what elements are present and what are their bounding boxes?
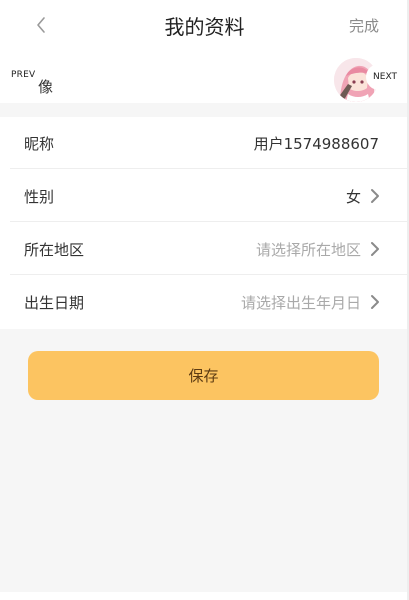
chevron-right-icon bbox=[371, 242, 379, 256]
chevron-right-icon bbox=[371, 295, 379, 309]
done-button[interactable]: 完成 bbox=[349, 15, 379, 36]
section-divider bbox=[0, 103, 409, 117]
birthday-placeholder: 请选择出生年月日 bbox=[240, 294, 361, 312]
avatar-label: 像 bbox=[38, 78, 54, 96]
chevron-right-icon bbox=[371, 189, 379, 203]
save-button[interactable]: 保存 bbox=[28, 351, 379, 400]
gender-label: 性别 bbox=[24, 188, 55, 206]
top-bar: 我的资料 完成 bbox=[0, 0, 409, 50]
nickname-value: 用户1574988607 bbox=[253, 135, 379, 153]
nickname-label: 昵称 bbox=[24, 135, 55, 153]
bottom-edge bbox=[0, 592, 409, 600]
avatar-row[interactable]: 像 PREV NEXT bbox=[0, 50, 409, 103]
region-label: 所在地区 bbox=[24, 241, 85, 259]
gender-row[interactable]: 性别 女 bbox=[0, 170, 409, 222]
birthday-label: 出生日期 bbox=[24, 294, 85, 312]
birthday-row[interactable]: 出生日期 请选择出生年月日 bbox=[0, 276, 409, 328]
prev-button[interactable]: PREV bbox=[11, 70, 35, 80]
page-title: 我的资料 bbox=[164, 15, 245, 39]
region-row[interactable]: 所在地区 请选择所在地区 bbox=[0, 223, 409, 275]
gender-value: 女 bbox=[345, 188, 361, 206]
region-placeholder: 请选择所在地区 bbox=[255, 241, 361, 259]
next-button[interactable]: NEXT bbox=[366, 64, 404, 90]
nickname-row[interactable]: 昵称 用户1574988607 bbox=[0, 117, 409, 169]
